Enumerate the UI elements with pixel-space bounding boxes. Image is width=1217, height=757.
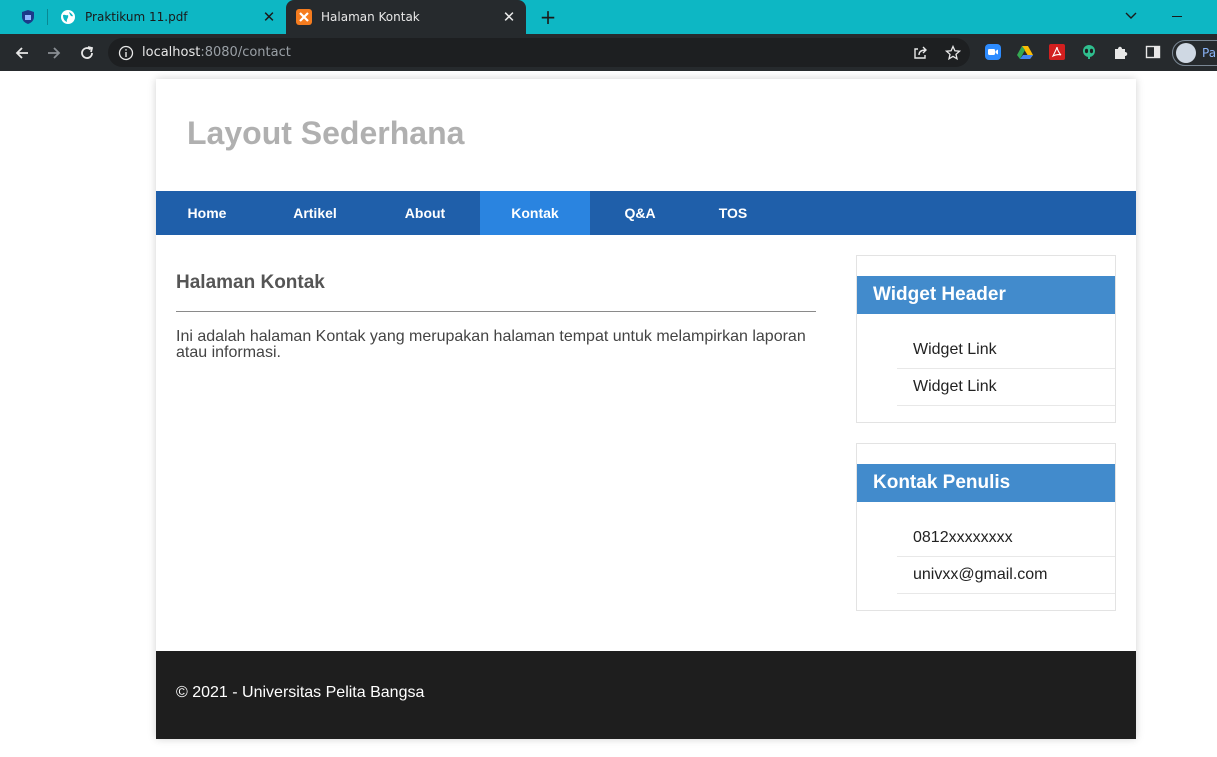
widget-links: Widget Header Widget Link Widget Link [856,255,1116,423]
extensions-button[interactable] [1112,43,1130,61]
side-panel-button[interactable] [1144,43,1162,61]
footer-text: © 2021 - Universitas Pelita Bangsa [176,684,425,701]
address-url: localhost:8080/contact [142,45,291,60]
tab-close-button[interactable]: ✕ [498,6,520,28]
back-button[interactable] [10,41,34,65]
shield-emblem-icon [22,10,34,24]
nav-about[interactable]: About [372,191,478,235]
avatar [1176,43,1196,63]
browser-toolbar: localhost:8080/contact Pa [0,34,1217,71]
xampp-icon [296,9,312,25]
bookmark-button[interactable] [944,44,962,62]
tab-title: Praktikum 11.pdf [85,10,188,24]
tab-search-button[interactable] [1121,6,1141,26]
nav-qa[interactable]: Q&A [590,191,690,235]
arrow-right-icon [48,47,61,59]
zoom-extension[interactable] [984,43,1002,61]
main-nav: Home Artikel About Kontak Q&A TOS [156,191,1136,235]
content-body: Ini adalah halaman Kontak yang merupakan… [176,328,806,361]
web-page: Layout Sederhana Home Artikel About Kont… [0,71,1217,757]
widget-link[interactable]: Widget Link [897,332,1115,369]
alien-extension[interactable] [1080,43,1098,61]
chevron-down-icon [1125,12,1137,19]
widget-header: Widget Header [857,276,1115,314]
arrow-left-icon [15,47,28,59]
profile-label: Pa [1202,46,1217,60]
share-icon [914,46,927,59]
site-footer: © 2021 - Universitas Pelita Bangsa [156,651,1136,739]
puzzle-icon [1115,46,1128,59]
star-icon [945,45,961,61]
url-host: localhost [142,45,201,60]
content-heading: Halaman Kontak [176,255,816,312]
acrobat-icon [1049,44,1065,60]
address-bar[interactable]: localhost:8080/contact [108,38,970,67]
reload-button[interactable] [75,41,99,65]
side-panel-icon [1145,45,1161,59]
widget-kontak-penulis: Kontak Penulis 0812xxxxxxxx univxx@gmail… [856,443,1116,611]
profile-button[interactable]: Pa [1172,40,1217,66]
tab-title: Halaman Kontak [321,10,420,24]
nav-home[interactable]: Home [156,191,258,235]
widget-link-list: Widget Link Widget Link [897,332,1115,406]
globe-icon [60,9,76,25]
contact-list: 0812xxxxxxxx univxx@gmail.com [897,520,1115,594]
share-button[interactable] [911,44,929,62]
site-container: Layout Sederhana Home Artikel About Kont… [156,79,1136,739]
forward-button[interactable] [42,41,66,65]
widget-header: Kontak Penulis [857,464,1115,502]
contact-email[interactable]: univxx@gmail.com [897,557,1115,594]
browser-tab-strip: Praktikum 11.pdf ✕ Halaman Kontak ✕ + [0,0,1217,34]
pinned-tab[interactable] [14,6,42,28]
tab-close-button[interactable]: ✕ [258,6,280,28]
drive-extension[interactable] [1016,43,1034,61]
new-tab-button[interactable]: + [536,5,560,29]
minimize-button[interactable] [1165,6,1189,26]
nav-kontak[interactable]: Kontak [480,191,590,235]
info-icon[interactable] [118,45,134,61]
reload-icon [81,46,94,59]
contact-phone[interactable]: 0812xxxxxxxx [897,520,1115,557]
nav-artikel[interactable]: Artikel [258,191,372,235]
acrobat-extension[interactable] [1048,43,1066,61]
tab-separator [47,9,48,25]
tab-halaman-kontak[interactable]: Halaman Kontak ✕ [286,0,526,34]
minimize-icon [1172,15,1182,17]
zoom-icon [985,44,1001,60]
widget-link[interactable]: Widget Link [897,369,1115,406]
site-header: Layout Sederhana [156,79,1136,191]
tab-praktikum-pdf[interactable]: Praktikum 11.pdf ✕ [50,0,286,34]
nav-tos[interactable]: TOS [690,191,776,235]
url-path: :8080/contact [200,45,291,60]
alien-icon [1083,45,1095,59]
site-title: Layout Sederhana [187,115,465,151]
main-content: Halaman Kontak Ini adalah halaman Kontak… [176,255,816,361]
google-drive-icon [1017,46,1033,59]
